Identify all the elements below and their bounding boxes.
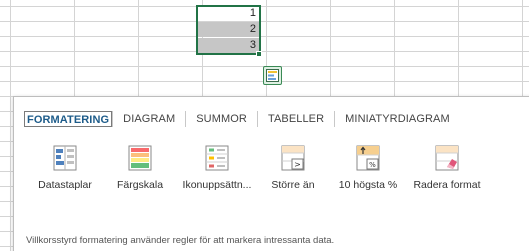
- icon-set-icon: [205, 145, 229, 171]
- tool-label: Ikonuppsättn...: [182, 179, 252, 191]
- tab-tabeller[interactable]: TABELLER: [258, 111, 334, 127]
- tab-summor[interactable]: SUMMOR: [186, 111, 257, 127]
- data-bars-icon: [53, 145, 77, 171]
- formatting-tools: Datastaplar Färgskala Ikonuppsättn... > …: [26, 145, 486, 191]
- clear-format-icon: [435, 145, 459, 171]
- tab-miniatyrdiagram[interactable]: MINIATYRDIAGRAM: [335, 111, 460, 127]
- quick-analysis-tabs: FORMATERING DIAGRAM SUMMOR TABELLER MINI…: [24, 111, 460, 127]
- quick-analysis-icon: [266, 69, 279, 82]
- greater-than-button[interactable]: > Större än: [258, 145, 328, 191]
- color-scale-icon: [128, 145, 152, 171]
- icon-set-button[interactable]: Ikonuppsättn...: [176, 145, 258, 191]
- color-scale-button[interactable]: Färgskala: [104, 145, 176, 191]
- tab-diagram[interactable]: DIAGRAM: [113, 111, 185, 127]
- cell-value-1[interactable]: 1: [198, 6, 260, 21]
- panel-description: Villkorsstyrd formatering använder regle…: [26, 235, 335, 246]
- fill-handle[interactable]: [256, 51, 262, 57]
- tool-label: Datastaplar: [38, 179, 92, 191]
- cell-value-2[interactable]: 2: [198, 22, 260, 37]
- tab-formatering[interactable]: FORMATERING: [24, 111, 113, 127]
- tool-label: Färgskala: [116, 179, 164, 191]
- top-ten-percent-icon: %: [356, 145, 380, 171]
- greater-than-icon: >: [281, 145, 305, 171]
- tool-label: 10 högsta %: [338, 179, 398, 191]
- clear-format-button[interactable]: Radera format: [408, 145, 486, 191]
- top-ten-percent-button[interactable]: % 10 högsta %: [328, 145, 408, 191]
- quick-analysis-button[interactable]: [263, 66, 282, 85]
- quick-analysis-panel: FORMATERING DIAGRAM SUMMOR TABELLER MINI…: [13, 96, 529, 251]
- tool-label: Större än: [271, 179, 315, 191]
- svg-text:%: %: [369, 161, 376, 169]
- tool-label: Radera format: [413, 179, 481, 191]
- cell-value-3[interactable]: 3: [198, 38, 260, 53]
- svg-text:>: >: [294, 160, 301, 169]
- data-bars-button[interactable]: Datastaplar: [26, 145, 104, 191]
